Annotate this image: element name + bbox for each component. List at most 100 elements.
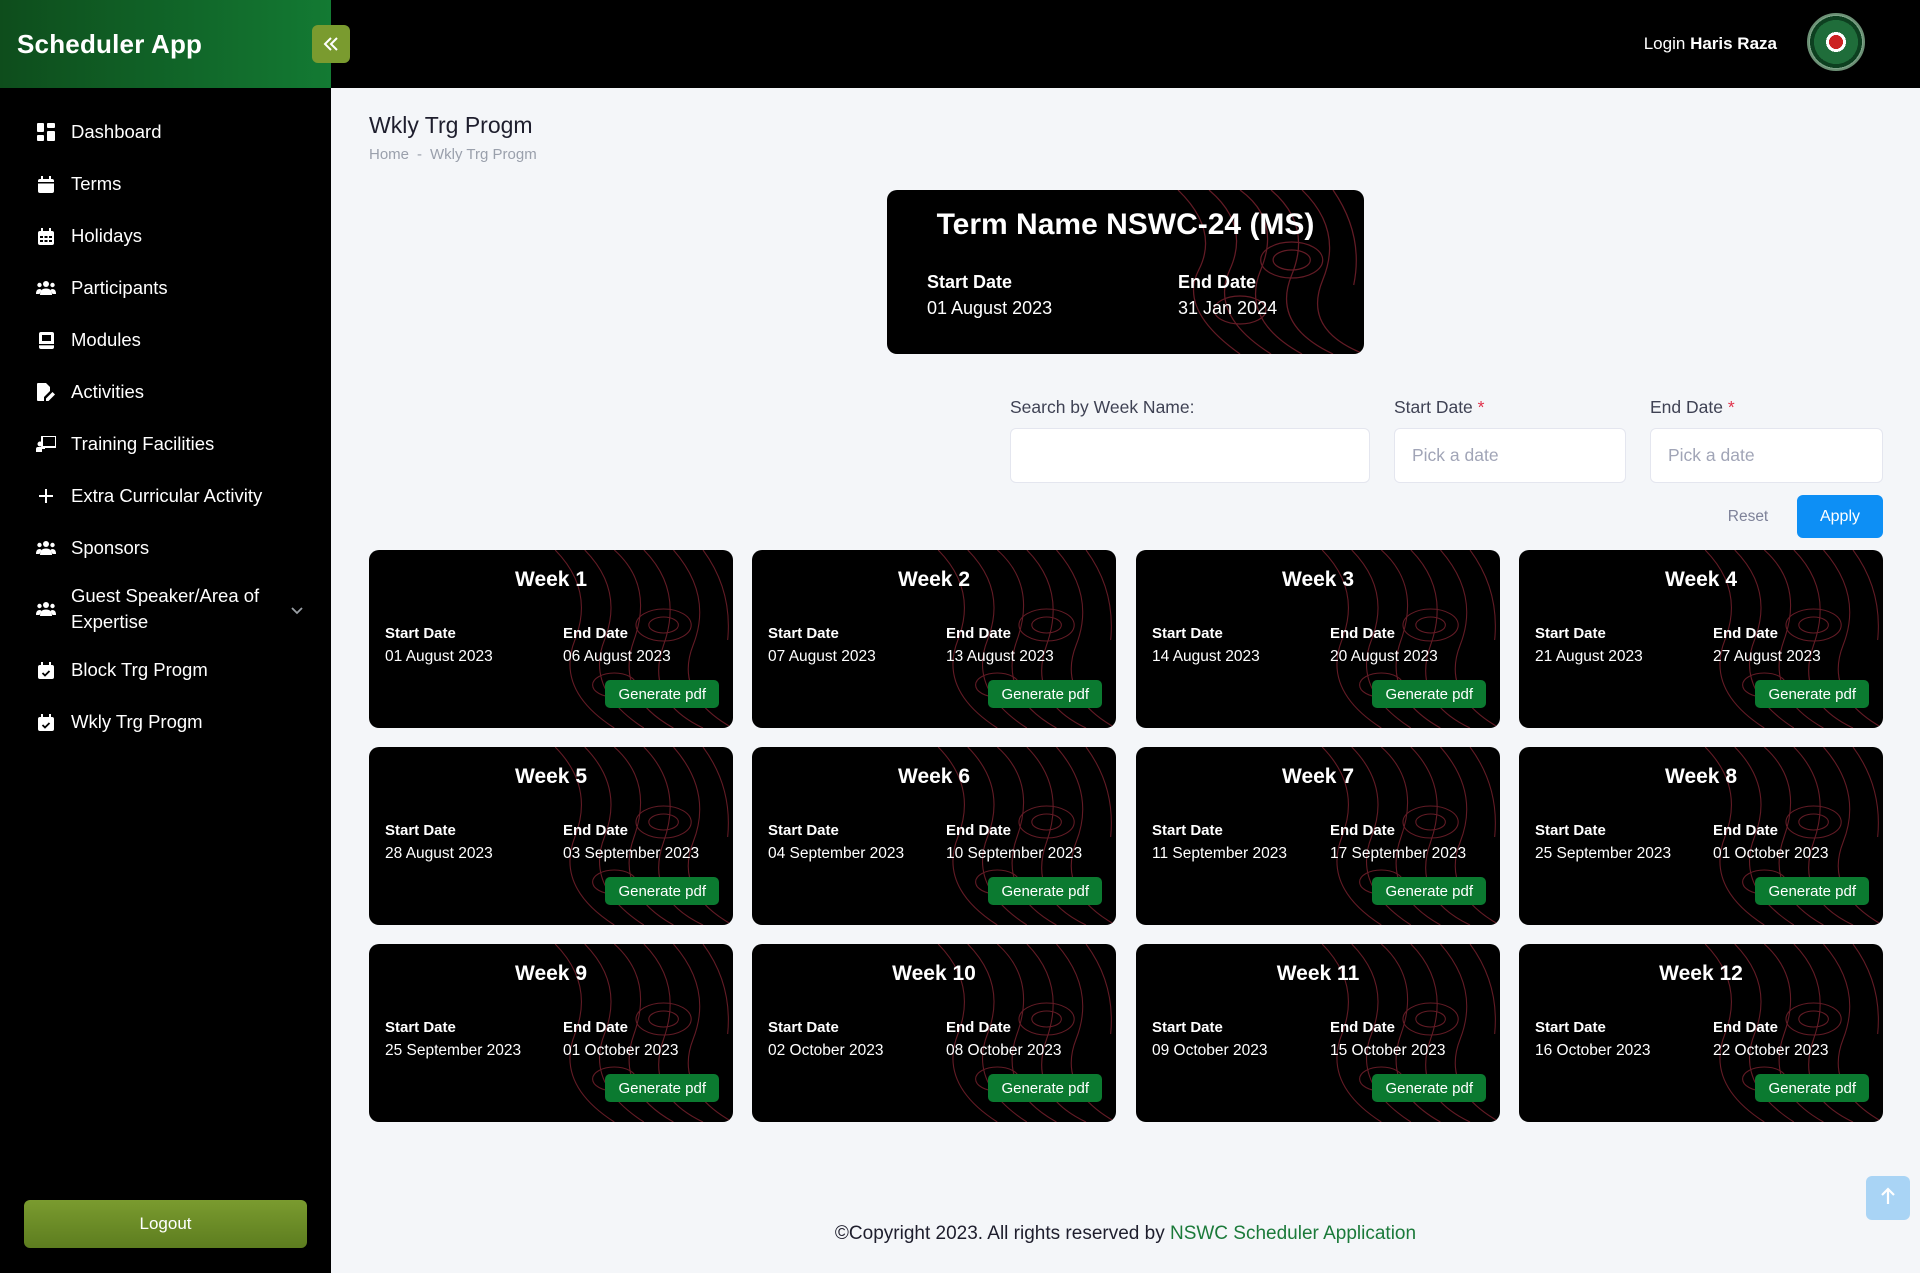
login-prefix: Login xyxy=(1643,34,1686,53)
users-icon xyxy=(35,537,57,559)
week-title: Week 2 xyxy=(898,568,970,591)
generate-pdf-button[interactable]: Generate pdf xyxy=(1755,877,1869,905)
arrow-up-icon xyxy=(1880,1185,1896,1211)
week-title: Week 3 xyxy=(1282,568,1354,591)
breadcrumb-home[interactable]: Home xyxy=(369,146,409,163)
generate-pdf-button[interactable]: Generate pdf xyxy=(1755,680,1869,708)
generate-pdf-button[interactable]: Generate pdf xyxy=(1755,1074,1869,1102)
app-title: Scheduler App xyxy=(17,28,203,59)
sidebar-item-holidays[interactable]: Holidays xyxy=(0,210,331,262)
week-start-label: Start Date xyxy=(385,625,456,642)
plus-icon xyxy=(35,485,57,507)
week-end-label: End Date xyxy=(563,1019,629,1036)
start-date-label: Start Date * xyxy=(1394,397,1484,418)
start-date-picker[interactable] xyxy=(1394,428,1626,483)
generate-pdf-button[interactable]: Generate pdf xyxy=(1372,680,1486,708)
sidebar-item-participants[interactable]: Participants xyxy=(0,262,331,314)
sidebar-item-label: Training Facilities xyxy=(71,433,215,454)
users-icon xyxy=(35,598,57,620)
week-start-label: Start Date xyxy=(1152,1019,1223,1036)
week-card: Week 7 Start Date 11 September 2023 End Dat… xyxy=(1136,747,1500,925)
sidebar-item-label: Extra Curricular Activity xyxy=(71,485,263,506)
generate-pdf-button[interactable]: Generate pdf xyxy=(988,877,1102,905)
week-start-value: 14 August 2023 xyxy=(1152,648,1260,665)
generate-pdf-button[interactable]: Generate pdf xyxy=(605,877,719,905)
sidebar-item-dashboard[interactable]: Dashboard xyxy=(0,106,331,158)
week-start-label: Start Date xyxy=(768,822,839,839)
week-title: Week 5 xyxy=(515,765,587,788)
generate-pdf-button[interactable]: Generate pdf xyxy=(988,1074,1102,1102)
week-card: Week 3 Start Date 14 August 2023 End Date 20… xyxy=(1136,550,1500,728)
generate-pdf-button[interactable]: Generate pdf xyxy=(1372,877,1486,905)
end-date-picker[interactable] xyxy=(1650,428,1883,483)
week-end-value: 22 October 2023 xyxy=(1713,1042,1829,1059)
week-card: Week 6 Start Date 04 September 2023 End Dat… xyxy=(752,747,1116,925)
end-date-label-text: End Date xyxy=(1650,397,1723,417)
users-icon xyxy=(35,277,57,299)
brand-bar: Scheduler App xyxy=(0,0,331,88)
week-start-value: 21 August 2023 xyxy=(1535,648,1643,665)
term-end-label: End Date xyxy=(1178,272,1257,292)
week-end-label: End Date xyxy=(1330,822,1396,839)
week-start-label: Start Date xyxy=(385,1019,456,1036)
week-title: Week 9 xyxy=(515,962,587,985)
week-title: Week 4 xyxy=(1665,568,1737,591)
week-card: Week 11 Start Date 09 October 2023 End Date… xyxy=(1136,944,1500,1122)
apply-button[interactable]: Apply xyxy=(1797,495,1883,538)
logout-button[interactable]: Logout xyxy=(24,1200,307,1248)
calendar-days-icon xyxy=(35,225,57,247)
week-start-value: 11 September 2023 xyxy=(1152,845,1288,862)
scroll-to-top-button[interactable] xyxy=(1866,1176,1910,1220)
week-end-value: 01 October 2023 xyxy=(1713,845,1829,862)
generate-pdf-button[interactable]: Generate pdf xyxy=(988,680,1102,708)
chevron-down-icon[interactable] xyxy=(291,602,303,618)
sidebar-item-label: Participants xyxy=(71,277,168,298)
search-label: Search by Week Name: xyxy=(1010,397,1195,417)
week-start-value: 01 August 2023 xyxy=(385,648,493,665)
week-start-label: Start Date xyxy=(1152,822,1223,839)
week-end-value: 08 October 2023 xyxy=(946,1042,1062,1059)
week-end-label: End Date xyxy=(1330,625,1396,642)
sidebar-item-terms[interactable]: Terms xyxy=(0,158,331,210)
term-start-label: Start Date xyxy=(927,272,1013,292)
week-end-label: End Date xyxy=(1713,822,1779,839)
reset-button[interactable]: Reset xyxy=(1712,496,1784,538)
footer-link[interactable]: NSWC Scheduler Application xyxy=(1170,1223,1416,1244)
calendar-check-icon xyxy=(35,659,57,681)
sidebar-item-block-trg-progm[interactable]: Block Trg Progm xyxy=(0,644,331,696)
sidebar-item-extra-curricular-activity[interactable]: Extra Curricular Activity xyxy=(0,470,331,522)
week-card: Week 8 Start Date 25 September 2023 End Dat… xyxy=(1519,747,1883,925)
generate-pdf-button[interactable]: Generate pdf xyxy=(605,680,719,708)
sidebar-item-sponsors[interactable]: Sponsors xyxy=(0,522,331,574)
search-input[interactable] xyxy=(1010,428,1370,483)
week-start-value: 28 August 2023 xyxy=(385,845,493,862)
week-start-label: Start Date xyxy=(1535,625,1606,642)
footer-copyright: ©Copyright 2023. All rights reserved by xyxy=(834,1223,1165,1244)
week-start-value: 07 August 2023 xyxy=(768,648,876,665)
avatar[interactable] xyxy=(1807,13,1865,71)
generate-pdf-button[interactable]: Generate pdf xyxy=(1372,1074,1486,1102)
calendar-icon xyxy=(35,173,57,195)
sidebar-item-wkly-trg-progm[interactable]: Wkly Trg Progm xyxy=(0,696,331,748)
sidebar-item-activities[interactable]: Activities xyxy=(0,366,331,418)
week-end-label: End Date xyxy=(563,625,629,642)
page-title: Wkly Trg Progm xyxy=(369,112,533,138)
week-start-value: 02 October 2023 xyxy=(768,1042,884,1059)
calendar-check-icon xyxy=(35,711,57,733)
week-end-value: 13 August 2023 xyxy=(946,648,1054,665)
generate-pdf-button[interactable]: Generate pdf xyxy=(605,1074,719,1102)
week-start-value: 16 October 2023 xyxy=(1535,1042,1651,1059)
footer: ©Copyright 2023. All rights reserved by … xyxy=(331,1223,1920,1245)
sidebar-item-guest-speaker[interactable]: Guest Speaker/Area of Expertise xyxy=(0,574,331,644)
end-date-label: End Date * xyxy=(1650,397,1735,418)
sidebar-item-label: Guest Speaker/Area of Expertise xyxy=(71,585,260,632)
week-end-label: End Date xyxy=(563,822,629,839)
sidebar-item-training-facilities[interactable]: Training Facilities xyxy=(0,418,331,470)
sidebar-collapse-button[interactable] xyxy=(312,25,350,63)
sidebar-item-modules[interactable]: Modules xyxy=(0,314,331,366)
sidebar-item-label: Sponsors xyxy=(71,537,150,558)
required-marker: * xyxy=(1477,397,1485,417)
term-card: Term Name NSWC-24 (MS) Start Date 01 Aug… xyxy=(887,190,1364,354)
term-title: Term Name NSWC-24 (MS) xyxy=(936,208,1315,241)
week-card: Week 10 Start Date 02 October 2023 End Date… xyxy=(752,944,1116,1122)
